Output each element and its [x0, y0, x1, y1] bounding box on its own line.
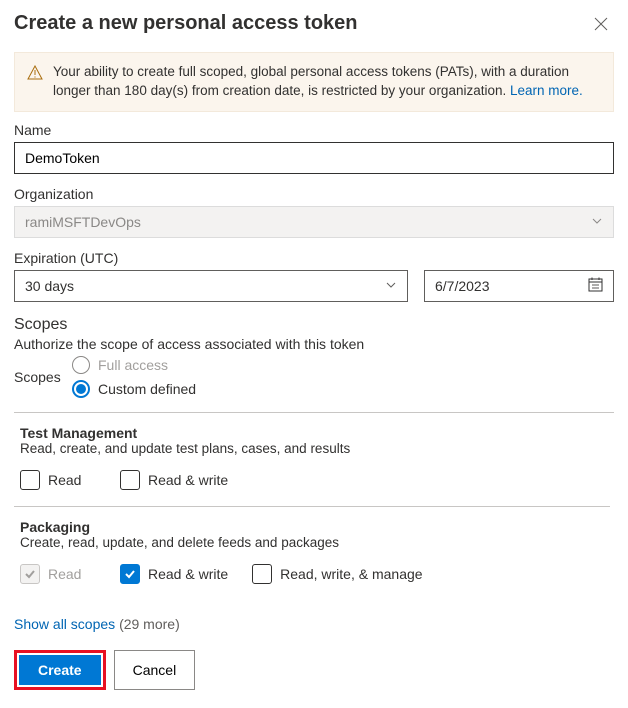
- scopes-scroll-region[interactable]: Test ManagementRead, create, and update …: [14, 412, 614, 602]
- show-all-scopes-link[interactable]: Show all scopes: [14, 616, 115, 632]
- scopes-heading: Scopes: [14, 316, 614, 334]
- scope-radio-full[interactable]: Full access: [72, 356, 196, 374]
- show-all-scopes: Show all scopes (29 more): [14, 616, 614, 632]
- scope-radio-full-label: Full access: [98, 357, 168, 373]
- restriction-notice: Your ability to create full scoped, glob…: [14, 52, 614, 112]
- scope-group: PackagingCreate, read, update, and delet…: [14, 507, 610, 600]
- checkbox-icon: [20, 564, 40, 584]
- scope-permission-label: Read: [48, 566, 81, 582]
- notice-text: Your ability to create full scoped, glob…: [53, 63, 601, 101]
- checkbox-icon: [120, 564, 140, 584]
- scope-group-title: Test Management: [20, 425, 606, 441]
- chevron-down-icon: [385, 278, 397, 294]
- radio-icon: [72, 356, 90, 374]
- scope-permission-checkbox: Read: [20, 564, 96, 584]
- expiration-duration-value: 30 days: [25, 278, 74, 294]
- organization-label: Organization: [14, 186, 614, 202]
- checkbox-icon: [252, 564, 272, 584]
- name-label: Name: [14, 122, 614, 138]
- scope-group-desc: Create, read, update, and delete feeds a…: [20, 535, 606, 550]
- warning-icon: [27, 65, 43, 101]
- scope-permission-label: Read & write: [148, 472, 228, 488]
- radio-icon: [72, 380, 90, 398]
- close-button[interactable]: [588, 12, 614, 38]
- dialog-title: Create a new personal access token: [14, 12, 358, 35]
- scope-group-title: Packaging: [20, 519, 606, 535]
- scope-permission-label: Read: [48, 472, 81, 488]
- checkbox-icon: [120, 470, 140, 490]
- name-input[interactable]: [14, 142, 614, 174]
- expiration-label: Expiration (UTC): [14, 250, 614, 266]
- scope-permission-checkbox[interactable]: Read, write, & manage: [252, 564, 422, 584]
- scope-radio-custom[interactable]: Custom defined: [72, 380, 196, 398]
- calendar-icon: [588, 277, 603, 295]
- create-button-highlight: Create: [14, 650, 106, 690]
- scope-permission-checkbox[interactable]: Read & write: [120, 564, 228, 584]
- expiration-duration-select[interactable]: 30 days: [14, 270, 408, 302]
- scopes-subheading: Authorize the scope of access associated…: [14, 336, 614, 352]
- scope-permission-checkbox[interactable]: Read: [20, 470, 96, 490]
- scope-group-desc: Read, create, and update test plans, cas…: [20, 441, 606, 456]
- scope-radio-custom-label: Custom defined: [98, 381, 196, 397]
- scope-permission-label: Read, write, & manage: [280, 566, 422, 582]
- expiration-date-value: 6/7/2023: [435, 278, 490, 294]
- organization-select[interactable]: ramiMSFTDevOps: [14, 206, 614, 238]
- scope-permission-checkbox[interactable]: Read & write: [120, 470, 228, 490]
- checkbox-icon: [20, 470, 40, 490]
- scope-permission-label: Read & write: [148, 566, 228, 582]
- scope-group: Test ManagementRead, create, and update …: [14, 413, 610, 507]
- chevron-down-icon: [591, 214, 603, 230]
- organization-value: ramiMSFTDevOps: [25, 214, 141, 230]
- show-all-scopes-count: (29 more): [119, 616, 180, 632]
- create-button[interactable]: Create: [19, 655, 101, 685]
- scopes-label: Scopes: [14, 369, 72, 385]
- cancel-button[interactable]: Cancel: [114, 650, 196, 690]
- learn-more-link[interactable]: Learn more.: [510, 83, 583, 98]
- expiration-date-input[interactable]: 6/7/2023: [424, 270, 614, 302]
- close-icon: [594, 17, 608, 31]
